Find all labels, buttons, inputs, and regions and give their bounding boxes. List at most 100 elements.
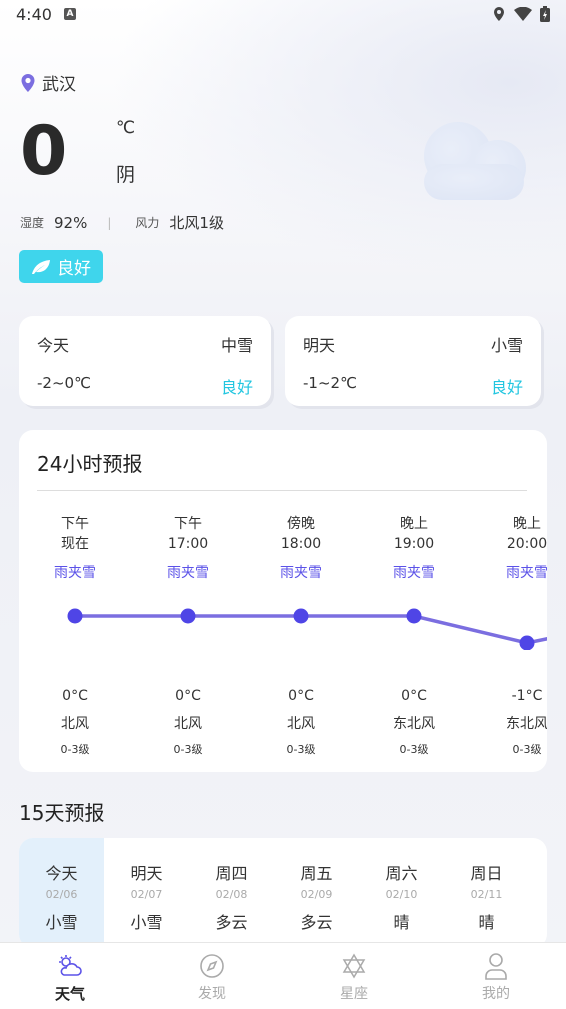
- forecast-day-column[interactable]: 明天 02/07 小雪: [104, 838, 189, 948]
- day-temperature-range: -1~2℃: [303, 374, 357, 392]
- air-quality-badge[interactable]: 良好: [19, 250, 103, 283]
- hour-time: 现在: [61, 536, 89, 552]
- forecast-day-selected[interactable]: 今天 02/06 小雪: [19, 838, 104, 948]
- hour-temperature: 0°C: [401, 688, 427, 704]
- battery-icon: [540, 6, 550, 22]
- forecast-day: 周五: [300, 864, 333, 883]
- tab-label: 天气: [54, 985, 85, 1003]
- hour-time: 20:00: [506, 536, 547, 552]
- hour-wind: 北风: [287, 716, 315, 732]
- hour-wind-level: 0-3级: [173, 743, 203, 756]
- hour-detail: 0°C 北风 0-3级: [30, 688, 120, 757]
- temperature-line: [75, 614, 547, 645]
- forecast-condition: 晴: [478, 913, 495, 932]
- hour-wind: 东北风: [393, 716, 435, 732]
- humidity-label: 湿度: [20, 216, 45, 230]
- forecast-day-column[interactable]: 周六 02/10 晴: [359, 838, 444, 948]
- compass-icon: [200, 954, 224, 978]
- weather-icon: [59, 955, 82, 976]
- forecast-day: 周四: [215, 864, 248, 883]
- hourly-forecast-title: 24小时预报: [37, 452, 143, 476]
- tab-label: 星座: [340, 986, 368, 1002]
- hour-period: 晚上: [513, 516, 541, 532]
- tab-weather[interactable]: 天气: [30, 951, 110, 1004]
- today-card[interactable]: 今天 中雪 -2~0℃ 良好: [19, 316, 271, 406]
- forecast-condition: 晴: [393, 913, 410, 932]
- forecast-condition: 小雪: [45, 913, 78, 932]
- cloud-icon: [424, 122, 526, 200]
- hour-column: 晚上 19:00 雨夹雪: [369, 514, 459, 582]
- wind-value: 北风1级: [169, 214, 224, 232]
- hour-wind-level: 0-3级: [512, 743, 542, 756]
- location-pin-icon: [21, 73, 35, 92]
- hour-period: 下午: [61, 516, 89, 532]
- star-of-david-icon: [342, 953, 366, 979]
- tab-discover[interactable]: 发现: [172, 951, 252, 1003]
- status-time: 4:40: [16, 5, 52, 24]
- forecast-15-title: 15天预报: [19, 801, 105, 825]
- hour-column: 下午 现在 雨夹雪: [30, 514, 120, 582]
- hour-temperature: 0°C: [62, 688, 88, 704]
- temperature-point: [406, 608, 422, 624]
- current-temperature: 0: [20, 112, 68, 191]
- hour-detail: 0°C 北风 0-3级: [256, 688, 346, 757]
- hour-column: 下午 17:00 雨夹雪: [143, 514, 233, 582]
- location-name: 武汉: [42, 75, 76, 95]
- hour-wind: 东北风: [506, 716, 547, 732]
- hour-weather: 雨夹雪: [280, 565, 322, 581]
- forecast-day: 周六: [385, 864, 418, 883]
- tab-label: 发现: [198, 986, 226, 1002]
- hour-weather: 雨夹雪: [393, 565, 435, 581]
- bottom-tab-bar: 天气 发现 星座 我的: [0, 942, 566, 1009]
- wind-label: 风力: [135, 216, 160, 230]
- forecast-date: 02/10: [385, 888, 418, 901]
- air-quality-label: 良好: [57, 259, 91, 279]
- day-air-quality: 良好: [220, 378, 253, 397]
- tomorrow-card[interactable]: 明天 小雪 -1~2℃ 良好: [285, 316, 541, 406]
- day-weather: 小雪: [490, 336, 523, 355]
- tab-horoscope[interactable]: 星座: [314, 951, 394, 1003]
- hour-wind-level: 0-3级: [286, 743, 316, 756]
- forecast-condition: 小雪: [130, 913, 163, 932]
- hour-detail: 0°C 东北风 0-3级: [369, 688, 459, 757]
- forecast-day: 明天: [130, 864, 163, 883]
- wifi-icon: [514, 7, 532, 21]
- temperature-point: [293, 608, 309, 624]
- location[interactable]: 武汉: [20, 70, 76, 95]
- tab-profile[interactable]: 我的: [456, 951, 536, 1003]
- hourly-temperature-chart: [67, 608, 547, 650]
- forecast-15-card[interactable]: 今天 02/06 小雪 明天 02/07 小雪 周四 02/08 多云 周五 0…: [19, 838, 547, 948]
- forecast-date: 02/07: [130, 888, 163, 901]
- temperature-unit: ℃: [116, 118, 136, 138]
- forecast-date: 02/08: [215, 888, 248, 901]
- status-icons: [492, 6, 550, 22]
- hour-time: 17:00: [167, 536, 209, 552]
- day-label: 明天: [303, 336, 336, 355]
- hour-time: 19:00: [393, 536, 435, 552]
- hour-period: 傍晚: [287, 516, 315, 532]
- location-status-icon: [494, 7, 504, 21]
- forecast-day: 周日: [470, 864, 503, 883]
- day-air-quality: 良好: [490, 378, 523, 397]
- divider: |: [107, 215, 112, 230]
- leaf-icon: [32, 259, 50, 274]
- forecast-day-column[interactable]: 周日 02/11 晴: [444, 838, 529, 948]
- day-weather: 中雪: [220, 336, 253, 355]
- forecast-date: 02/06: [45, 888, 78, 901]
- hour-time: 18:00: [280, 536, 322, 552]
- hour-period: 晚上: [400, 516, 428, 532]
- forecast-day-column[interactable]: 周四 02/08 多云: [189, 838, 274, 948]
- hourly-forecast-card[interactable]: 24小时预报 下午 现在 雨夹雪 下午 17:00 雨夹雪 傍晚 18:00 雨…: [19, 430, 547, 772]
- humidity-value: 92%: [54, 213, 88, 232]
- tab-label: 我的: [482, 986, 510, 1002]
- hour-wind: 北风: [61, 716, 89, 732]
- hour-weather: 雨夹雪: [167, 565, 209, 581]
- hour-wind-level: 0-3级: [60, 743, 90, 756]
- title-divider: [37, 490, 527, 491]
- hour-column: 晚上 20:00 雨夹雪: [482, 514, 547, 582]
- forecast-day-column[interactable]: 周五 02/09 多云: [274, 838, 359, 948]
- day-temperature-range: -2~0℃: [37, 374, 91, 392]
- hour-weather: 雨夹雪: [506, 565, 547, 581]
- hour-wind-level: 0-3级: [399, 743, 429, 756]
- day-label: 今天: [37, 336, 70, 355]
